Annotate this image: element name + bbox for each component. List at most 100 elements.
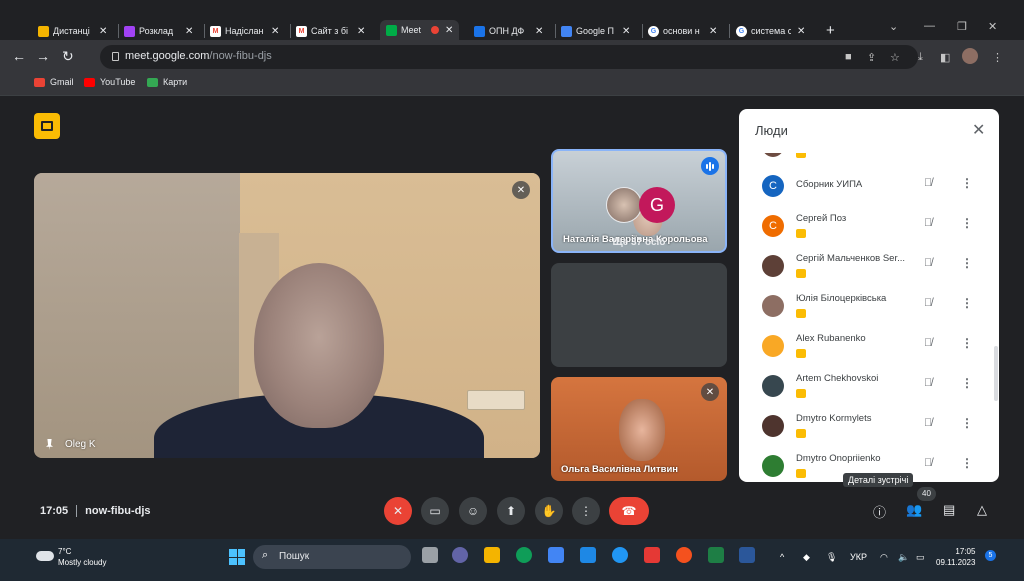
notification-badge[interactable]: 5 (985, 550, 996, 561)
present-button[interactable]: ⬆ (497, 497, 525, 525)
participant-row[interactable]: С Сборник УИПА 🎙̸ ⋮ (739, 167, 999, 207)
more-options-button[interactable]: ⋮ (572, 497, 600, 525)
reactions-button[interactable]: ☺ (459, 497, 487, 525)
people-icon[interactable]: 👥 (906, 502, 922, 518)
edge-icon[interactable] (516, 547, 532, 563)
chrome-icon[interactable] (676, 547, 692, 563)
participant-row[interactable]: Юлія Білоцерківська 🎙̸ ⋮ (739, 287, 999, 327)
participant-row[interactable]: Сергій Мальченков Ser... 🎙̸ ⋮ (739, 247, 999, 287)
meeting-info: 17:05 now-fibu-djs (40, 505, 151, 518)
microphone-icon[interactable]: 🎙 (826, 552, 837, 563)
close-icon[interactable]: ✕ (622, 26, 630, 37)
participant-avatar: С (762, 175, 784, 197)
host-badge-icon (796, 309, 806, 318)
app-icon[interactable] (612, 547, 628, 563)
more-options-icon[interactable]: ⋮ (961, 256, 973, 270)
more-options-icon[interactable]: ⋮ (961, 336, 973, 350)
close-icon[interactable]: ✕ (99, 26, 107, 37)
shield-icon[interactable] (644, 547, 660, 563)
close-icon[interactable]: ✕ (972, 120, 985, 140)
video-tile[interactable]: ✕ Ольга Василівна Литвин (551, 377, 727, 481)
panel-scrollbar[interactable] (994, 346, 998, 401)
tab-meet[interactable]: Meet ✕ (380, 20, 460, 40)
teams-icon[interactable] (452, 547, 468, 563)
weather-temperature[interactable]: 7°C (58, 547, 71, 556)
camera-icon[interactable]: ■ (845, 51, 852, 63)
participant-face (619, 399, 665, 461)
more-options-icon[interactable]: ⋮ (961, 416, 973, 430)
tab-search-icon[interactable]: ⌄ (889, 20, 898, 33)
profile-avatar[interactable] (962, 48, 978, 64)
clock-time: 17:05 (955, 547, 976, 556)
taskbar-search[interactable] (253, 545, 411, 569)
more-options-icon[interactable]: ⋮ (961, 176, 973, 190)
host-controls-icon[interactable] (34, 113, 60, 139)
tab-form[interactable]: ОПН ДФ ✕ (474, 22, 543, 40)
close-window-icon[interactable]: ✕ (988, 20, 997, 33)
participant-row[interactable]: ⌃ ⋮ (739, 153, 999, 167)
weather-condition[interactable]: Mostly cloudy (58, 558, 106, 567)
language-indicator[interactable]: УКР (850, 552, 867, 562)
menu-icon[interactable]: ⋮ (992, 51, 1003, 64)
chevron-up-icon[interactable]: ^ (780, 552, 784, 562)
side-panel-icon[interactable]: ◧ (940, 51, 950, 64)
close-icon[interactable]: ✕ (185, 26, 193, 37)
tab-basics[interactable]: G основи н ✕ (648, 22, 717, 40)
participant-row[interactable]: Alex Rubanenko 🎙̸ ⋮ (739, 327, 999, 367)
participant-row[interactable]: Dmytro Kormylets 🎙̸ ⋮ (739, 407, 999, 447)
forward-icon[interactable]: → (36, 48, 50, 64)
url-text[interactable]: meet.google.com/now-fibu-djs (125, 50, 272, 62)
file-explorer-icon[interactable] (484, 547, 500, 563)
tab-schedule[interactable]: Розклад ✕ (124, 22, 193, 40)
more-options-icon[interactable]: ⋮ (961, 376, 973, 390)
close-icon[interactable]: ✕ (709, 26, 717, 37)
more-options-icon[interactable]: ⋮ (961, 456, 973, 470)
participant-row[interactable]: С Сергей Поз 🎙̸ ⋮ (739, 207, 999, 247)
restore-icon[interactable]: ❐ (957, 20, 967, 33)
close-icon[interactable]: ✕ (445, 25, 453, 36)
download-icon[interactable]: ⤓ (918, 51, 923, 64)
tab-site[interactable]: M Сайт з бі ✕ (296, 22, 365, 40)
close-icon[interactable]: ✕ (797, 26, 805, 37)
app-icon[interactable] (580, 547, 596, 563)
volume-icon[interactable]: 🔈 (898, 552, 909, 563)
tab-sent[interactable]: M Надіслан ✕ (210, 22, 279, 40)
bookmark-gmail[interactable]: Gmail (34, 77, 74, 87)
wifi-icon[interactable]: ◠ (880, 552, 888, 563)
reload-icon[interactable]: ↻ (62, 48, 74, 65)
raise-hand-button[interactable]: ✋ (535, 497, 563, 525)
more-participants-tile[interactable] (551, 263, 727, 367)
close-icon[interactable]: ✕ (271, 26, 279, 37)
star-icon[interactable]: ☆ (890, 51, 900, 64)
main-video-tile[interactable]: ✕ Oleg K (34, 173, 540, 458)
start-button[interactable] (229, 549, 245, 565)
close-icon[interactable]: ✕ (535, 26, 543, 37)
close-icon[interactable]: ✕ (357, 26, 365, 37)
back-icon[interactable]: ← (12, 48, 26, 64)
more-options-icon[interactable]: ⋮ (961, 216, 973, 230)
info-icon[interactable]: ⓘ (873, 502, 886, 521)
activities-icon[interactable]: △ (977, 502, 987, 518)
excel-icon[interactable] (708, 547, 724, 563)
taskbar-clock[interactable]: 17:05 09.11.2023 (936, 546, 975, 568)
tab-distance[interactable]: Дистанці ✕ (38, 22, 107, 40)
tab-system[interactable]: G система с ✕ (736, 22, 805, 40)
chat-icon[interactable]: ▤ (943, 502, 955, 518)
minimize-icon[interactable]: — (924, 20, 935, 32)
battery-icon[interactable]: ▭ (916, 552, 925, 563)
participant-row[interactable]: Artem Chekhovskoi 🎙̸ ⋮ (739, 367, 999, 407)
end-call-button[interactable]: ☎ (609, 497, 649, 525)
more-options-icon[interactable]: ⋮ (961, 296, 973, 310)
pin-icon[interactable] (46, 439, 53, 450)
bookmark-maps[interactable]: Карти (147, 77, 187, 87)
word-icon[interactable] (739, 547, 755, 563)
mic-toggle-button[interactable]: ✕ (384, 497, 412, 525)
store-icon[interactable] (548, 547, 564, 563)
camera-toggle-button[interactable]: ▭ (421, 497, 449, 525)
bookmark-youtube[interactable]: YouTube (84, 77, 135, 87)
app-tray-icon[interactable]: ◆ (803, 552, 810, 563)
new-tab-button[interactable]: + (826, 22, 835, 39)
tab-slides[interactable]: Google П ✕ (561, 22, 630, 40)
share-icon[interactable]: ⇪ (867, 51, 876, 64)
task-view-icon[interactable] (422, 547, 438, 563)
